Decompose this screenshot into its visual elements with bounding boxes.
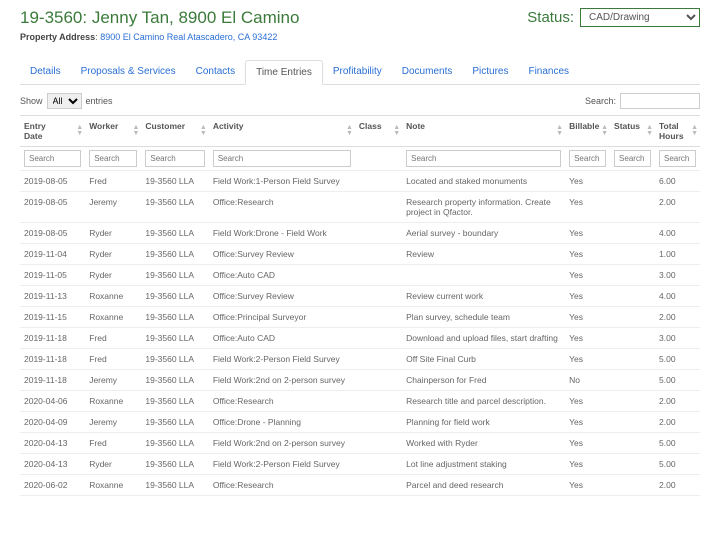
table-row[interactable]: 2019-11-05Ryder19-3560 LLAOffice:Auto CA… xyxy=(20,265,700,286)
col-billable[interactable]: Billable▲▼ xyxy=(565,116,610,147)
tab-profitability[interactable]: Profitability xyxy=(323,60,392,84)
tabs: DetailsProposals & ServicesContactsTime … xyxy=(20,60,700,85)
filter-input[interactable] xyxy=(24,150,81,167)
table-row[interactable]: 2020-04-13Ryder19-3560 LLAField Work:2-P… xyxy=(20,454,700,475)
tab-proposals-services[interactable]: Proposals & Services xyxy=(71,60,186,84)
table-row[interactable]: 2019-08-05Jeremy19-3560 LLAOffice:Resear… xyxy=(20,192,700,223)
col-note[interactable]: Note▲▼ xyxy=(402,116,565,147)
status-label: Status: xyxy=(527,9,574,26)
filter-input[interactable] xyxy=(659,150,696,167)
col-entry-date[interactable]: EntryDate▲▼ xyxy=(20,116,85,147)
address-link[interactable]: 8900 El Camino Real Atascadero, CA 93422 xyxy=(100,32,277,42)
col-total-hours[interactable]: TotalHours▲▼ xyxy=(655,116,700,147)
sort-icon: ▲▼ xyxy=(691,125,698,137)
table-row[interactable]: 2019-08-05Ryder19-3560 LLAField Work:Dro… xyxy=(20,223,700,244)
status-select[interactable]: CAD/Drawing xyxy=(580,8,700,27)
sort-icon: ▲▼ xyxy=(346,125,353,137)
global-search-input[interactable] xyxy=(620,93,700,109)
filter-input[interactable] xyxy=(406,150,561,167)
sort-icon: ▲▼ xyxy=(556,125,563,137)
table-row[interactable]: 2020-04-09Jeremy19-3560 LLAOffice:Drone … xyxy=(20,412,700,433)
sort-icon: ▲▼ xyxy=(601,125,608,137)
table-row[interactable]: 2019-11-18Fred19-3560 LLAOffice:Auto CAD… xyxy=(20,328,700,349)
table-row[interactable]: 2019-11-13Roxanne19-3560 LLAOffice:Surve… xyxy=(20,286,700,307)
tab-documents[interactable]: Documents xyxy=(392,60,463,84)
sort-icon: ▲▼ xyxy=(200,125,207,137)
table-row[interactable]: 2019-11-15Roxanne19-3560 LLAOffice:Princ… xyxy=(20,307,700,328)
page-title: 19-3560: Jenny Tan, 8900 El Camino xyxy=(20,8,299,28)
table-row[interactable]: 2019-11-18Fred19-3560 LLAField Work:2-Pe… xyxy=(20,349,700,370)
search-label: Search: xyxy=(585,96,616,106)
filter-input[interactable] xyxy=(614,150,651,167)
col-customer[interactable]: Customer▲▼ xyxy=(141,116,208,147)
col-worker[interactable]: Worker▲▼ xyxy=(85,116,141,147)
time-entries-table: EntryDate▲▼Worker▲▼Customer▲▼Activity▲▼C… xyxy=(20,115,700,496)
filter-input[interactable] xyxy=(569,150,606,167)
table-row[interactable]: 2019-08-05Fred19-3560 LLAField Work:1-Pe… xyxy=(20,171,700,192)
col-class[interactable]: Class▲▼ xyxy=(355,116,402,147)
sort-icon: ▲▼ xyxy=(76,125,83,137)
tab-contacts[interactable]: Contacts xyxy=(186,60,245,84)
table-row[interactable]: 2019-11-04Ryder19-3560 LLAOffice:Survey … xyxy=(20,244,700,265)
tab-finances[interactable]: Finances xyxy=(518,60,579,84)
show-label: Show xyxy=(20,96,43,106)
table-row[interactable]: 2020-06-02Roxanne19-3560 LLAOffice:Resea… xyxy=(20,475,700,496)
table-row[interactable]: 2020-04-13Fred19-3560 LLAField Work:2nd … xyxy=(20,433,700,454)
table-row[interactable]: 2020-04-06Roxanne19-3560 LLAOffice:Resea… xyxy=(20,391,700,412)
tab-details[interactable]: Details xyxy=(20,60,71,84)
sort-icon: ▲▼ xyxy=(132,125,139,137)
address-label: Property Address xyxy=(20,32,95,42)
tab-pictures[interactable]: Pictures xyxy=(462,60,518,84)
sort-icon: ▲▼ xyxy=(393,125,400,137)
table-row[interactable]: 2019-11-18Jeremy19-3560 LLAField Work:2n… xyxy=(20,370,700,391)
col-activity[interactable]: Activity▲▼ xyxy=(209,116,355,147)
sort-icon: ▲▼ xyxy=(646,125,653,137)
tab-time-entries[interactable]: Time Entries xyxy=(245,60,323,85)
show-select[interactable]: All xyxy=(47,93,82,109)
entries-label: entries xyxy=(86,96,113,106)
filter-input[interactable] xyxy=(89,150,137,167)
filter-input[interactable] xyxy=(213,150,351,167)
col-status[interactable]: Status▲▼ xyxy=(610,116,655,147)
filter-input[interactable] xyxy=(145,150,204,167)
